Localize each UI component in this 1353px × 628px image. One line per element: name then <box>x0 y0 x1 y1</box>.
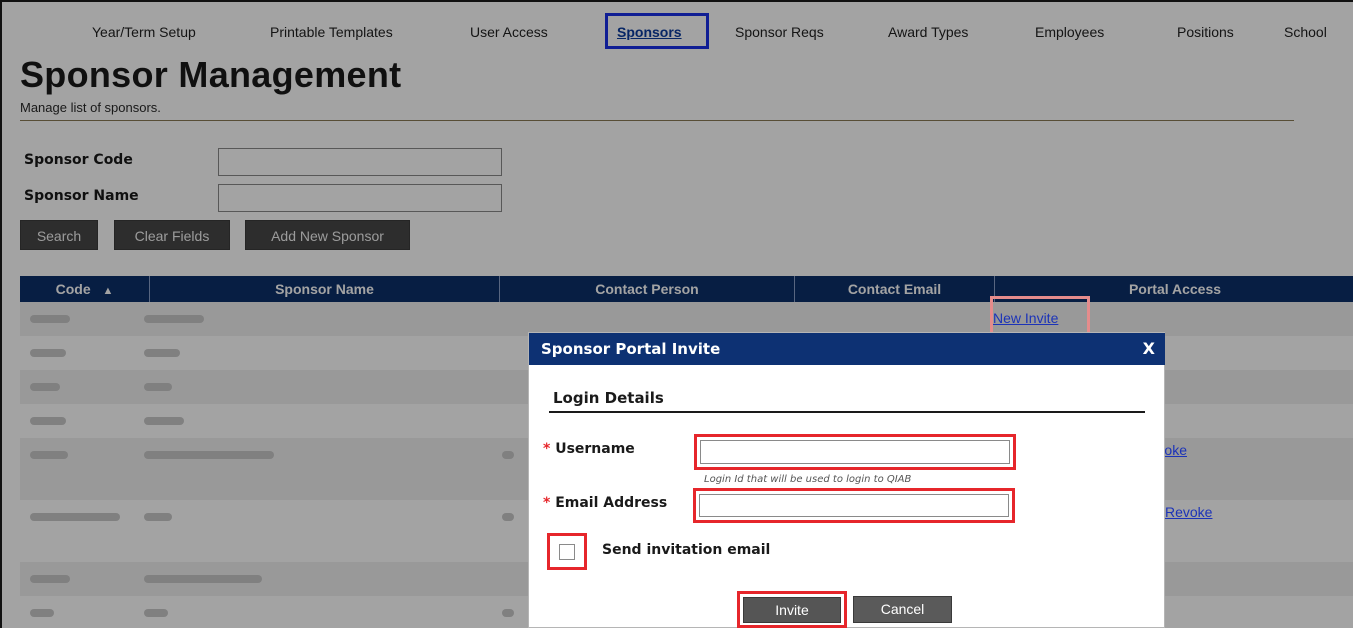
invite-button[interactable]: Invite <box>743 597 841 623</box>
send-invitation-email-label: Send invitation email <box>602 542 771 558</box>
revoke-link-1[interactable]: Revoke <box>1165 442 1187 458</box>
username-label-text: Username <box>555 441 635 457</box>
close-icon[interactable]: X <box>1143 333 1155 365</box>
sponsor-portal-invite-dialog: Sponsor Portal Invite X Login Details * … <box>528 332 1165 628</box>
username-label: * Username <box>543 441 635 457</box>
dialog-header: Sponsor Portal Invite X <box>529 333 1165 365</box>
username-input[interactable] <box>700 440 1010 464</box>
revoke-link-2[interactable]: Revoke <box>1165 504 1213 520</box>
send-invitation-email-checkbox[interactable] <box>559 544 575 560</box>
section-divider <box>549 411 1145 413</box>
email-address-input[interactable] <box>699 494 1009 517</box>
new-invite-link[interactable]: New Invite <box>993 310 1058 326</box>
email-label-text: Email Address <box>555 495 668 511</box>
required-marker: * <box>543 495 556 511</box>
username-hint: Login Id that will be used to login to Q… <box>704 474 912 485</box>
email-address-label: * Email Address <box>543 495 667 511</box>
cancel-button[interactable]: Cancel <box>853 596 952 623</box>
required-marker: * <box>543 441 556 457</box>
dialog-title: Sponsor Portal Invite <box>541 340 721 358</box>
login-details-heading: Login Details <box>553 389 664 407</box>
